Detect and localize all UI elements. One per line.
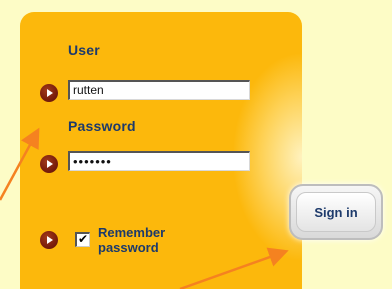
remember-password-checkbox[interactable]: ✔ (75, 232, 90, 247)
remember-password-label[interactable]: Remember password (98, 225, 208, 255)
user-label: User (68, 42, 100, 58)
sign-in-button[interactable]: Sign in (289, 184, 383, 240)
sign-in-button-label[interactable]: Sign in (296, 192, 376, 232)
play-bullet-icon (40, 84, 58, 102)
password-input[interactable]: ••••••• (68, 151, 250, 171)
password-label: Password (68, 118, 136, 134)
username-input[interactable]: rutten (68, 80, 250, 100)
screenshot-stage: User rutten Password ••••••• ✔ Remember … (0, 0, 392, 289)
play-bullet-icon (40, 231, 58, 249)
play-bullet-icon (40, 155, 58, 173)
